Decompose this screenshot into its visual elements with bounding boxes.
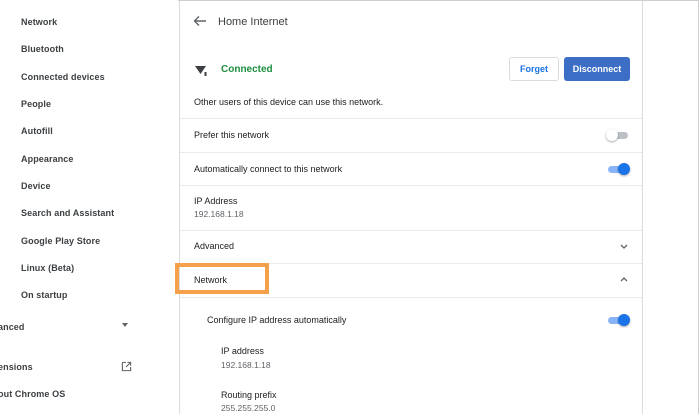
chevron-down-icon[interactable]	[620, 244, 628, 249]
routing-prefix-value: 255.255.255.0	[221, 403, 276, 413]
network-ip-address-value: 192.168.1.18	[221, 360, 271, 370]
divider	[180, 118, 642, 119]
ip-address-label: IP Address	[194, 196, 238, 206]
ip-address-value: 192.168.1.18	[194, 209, 244, 219]
shared-network-description: Other users of this device can use this …	[194, 97, 384, 107]
sidebar-item-google-play-store[interactable]: Google Play Store	[21, 236, 100, 246]
forget-button[interactable]: Forget	[509, 57, 559, 81]
prefer-network-toggle[interactable]	[606, 129, 630, 141]
sidebar-item-device[interactable]: Device	[21, 181, 51, 191]
sidebar-item-extensions[interactable]: ensions	[0, 362, 33, 372]
settings-sidebar: Network Bluetooth Connected devices Peop…	[0, 0, 178, 414]
divider	[180, 297, 642, 298]
wifi-signal-icon	[195, 66, 207, 76]
configure-ip-toggle[interactable]	[606, 314, 630, 326]
sidebar-item-on-startup[interactable]: On startup	[21, 290, 68, 300]
sidebar-item-appearance[interactable]: Appearance	[21, 154, 74, 164]
divider	[180, 185, 642, 186]
page-title: Home Internet	[218, 16, 288, 28]
auto-connect-label: Automatically connect to this network	[194, 164, 343, 174]
sidebar-item-linux-beta[interactable]: Linux (Beta)	[21, 263, 74, 273]
network-ip-address-label: IP address	[221, 346, 264, 356]
configure-ip-label: Configure IP address automatically	[207, 315, 347, 325]
chevron-down-icon[interactable]	[122, 323, 128, 327]
sidebar-item-autofill[interactable]: Autofill	[21, 126, 53, 136]
auto-connect-toggle[interactable]	[606, 163, 630, 175]
sidebar-item-advanced[interactable]: anced	[0, 322, 25, 332]
sidebar-item-people[interactable]: People	[21, 99, 51, 109]
open-in-new-icon[interactable]	[121, 361, 132, 372]
back-arrow-icon[interactable]	[193, 15, 207, 27]
sidebar-item-network[interactable]: Network	[21, 17, 57, 27]
prefer-network-label: Prefer this network	[194, 130, 270, 140]
divider	[180, 230, 642, 231]
advanced-section-label[interactable]: Advanced	[194, 241, 234, 251]
disconnect-button[interactable]: Disconnect	[564, 57, 630, 81]
sidebar-item-connected-devices[interactable]: Connected devices	[21, 72, 105, 82]
chevron-up-icon[interactable]	[620, 277, 628, 282]
sidebar-item-search-and-assistant[interactable]: Search and Assistant	[21, 208, 114, 218]
highlight-box	[175, 263, 269, 294]
network-detail-card: Home Internet Connected Forget Disconnec…	[179, 1, 643, 414]
sidebar-item-about-chrome-os[interactable]: out Chrome OS	[0, 389, 65, 399]
connection-status: Connected	[221, 64, 273, 75]
routing-prefix-label: Routing prefix	[221, 390, 277, 400]
sidebar-item-bluetooth[interactable]: Bluetooth	[21, 44, 64, 54]
divider	[180, 152, 642, 153]
